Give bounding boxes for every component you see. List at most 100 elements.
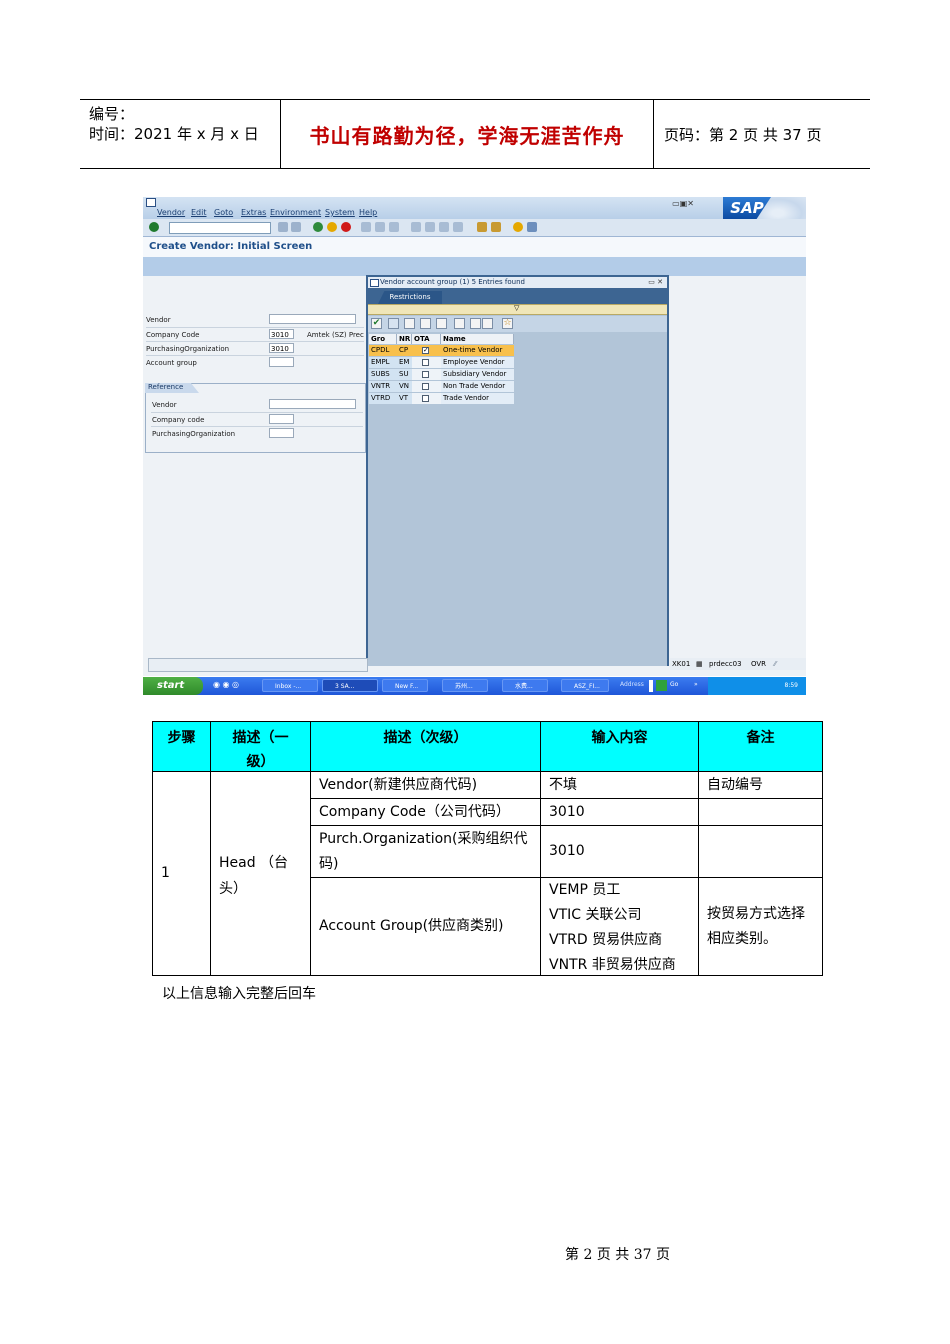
group-cell[interactable]: EMPL [369,357,397,368]
ota-checkbox[interactable] [422,359,429,366]
row-divider [146,341,364,342]
print-icon[interactable] [482,318,493,329]
ref-company-code-input[interactable] [269,414,294,424]
company-code-input[interactable]: 3010 [269,329,294,339]
task-button-inbox[interactable]: Inbox -... [262,679,318,692]
filter-icon[interactable] [454,318,465,329]
popup-close-icon[interactable]: ▭ ✕ [648,278,663,286]
shortcut-icon[interactable] [491,222,501,232]
cancel-x-icon[interactable] [388,318,399,329]
ota-checkbox[interactable] [422,371,429,378]
layout-icon[interactable] [527,222,537,232]
ota-cell[interactable] [412,357,441,368]
group-cell[interactable]: VTRD [369,393,397,404]
task-button-suzhou[interactable]: 苏州... [442,679,488,692]
cancel-icon[interactable] [341,222,351,232]
group-cell[interactable]: VNTR [369,381,397,392]
restrictions-collapse-bar[interactable]: ▽ [368,304,667,315]
task-button-sap[interactable]: 3 SA... [322,679,378,692]
toolbar-expand-icon[interactable]: » [694,681,698,688]
window-controls-icon[interactable]: ▭▣✕ [672,199,694,208]
screen-title: Create Vendor: Initial Screen [149,241,313,252]
sort-icon[interactable] [436,318,447,329]
group-cell[interactable]: SUBS [369,369,397,380]
nr-cell[interactable]: EM [397,357,412,368]
menu-vendor[interactable]: Vendor [157,208,185,217]
name-cell[interactable]: Trade Vendor [441,393,514,404]
nr-cell[interactable]: VT [397,393,412,404]
back-arrow-icon[interactable] [278,222,288,232]
nr-cell[interactable]: CP [397,345,412,356]
ota-cell[interactable] [412,393,441,404]
print-icon[interactable] [361,222,371,232]
collapse-arrow-icon[interactable]: ▽ [514,304,519,312]
task-button-new-folder[interactable]: New F... [382,679,428,692]
address-input[interactable] [649,680,653,692]
menu-edit[interactable]: Edit [191,208,207,217]
popup-window-icon[interactable] [370,279,379,287]
account-group-input[interactable] [269,357,294,367]
command-field[interactable] [169,222,271,234]
name-cell[interactable]: Non Trade Vendor [441,381,514,392]
exit-icon[interactable] [327,222,337,232]
column-header-ota[interactable]: OTA [412,334,441,344]
go-arrow-icon[interactable] [656,680,667,691]
help-icon[interactable] [513,222,523,232]
menu-help[interactable]: Help [359,208,377,217]
start-button[interactable]: start [143,677,203,695]
menu-goto[interactable]: Goto [214,208,233,217]
confirm-check-icon[interactable]: ✔ [371,318,382,329]
name-cell[interactable]: Employee Vendor [441,357,514,368]
ota-checkbox[interactable]: ✓ [422,347,429,354]
vendor-input[interactable] [269,314,356,324]
ota-cell[interactable] [412,381,441,392]
desc-company-code: Company Code（公司代码） [319,803,510,820]
ota-checkbox[interactable] [422,395,429,402]
task-button-asz-fi[interactable]: ASZ_FI... [561,679,609,692]
tray-clock[interactable]: 8:59 [785,682,798,689]
row-divider [146,327,364,328]
new-session-icon[interactable] [477,222,487,232]
tab-restrictions[interactable]: Restrictions [378,291,442,304]
find-next-icon[interactable] [420,318,431,329]
find-icon[interactable] [404,318,415,329]
enter-icon[interactable] [149,222,159,232]
ota-checkbox[interactable] [422,383,429,390]
nr-cell[interactable]: VN [397,381,412,392]
ota-cell[interactable] [412,369,441,380]
desc-vendor: Vendor(新建供应商代码) [319,776,478,793]
go-label[interactable]: Go [670,681,678,688]
menu-extras[interactable]: Extras [241,208,266,217]
ref-purch-org-input[interactable] [269,428,294,438]
header-input-text: 输入内容 [591,730,648,746]
ref-vendor-input[interactable] [269,399,356,409]
menu-environment[interactable]: Environment [270,208,321,217]
purch-org-input[interactable]: 3010 [269,343,294,353]
column-header-name[interactable]: Name [441,334,514,344]
find-next-icon[interactable] [389,222,399,232]
first-page-icon[interactable] [411,222,421,232]
export-icon[interactable] [470,318,481,329]
column-header-nr[interactable]: NR [397,334,412,344]
name-cell[interactable]: One-time Vendor [441,345,514,356]
previous-page-icon[interactable] [425,222,435,232]
task-button-water-fee[interactable]: 水费... [502,679,548,692]
nr-cell[interactable]: SU [397,369,412,380]
quick-launch-icon[interactable]: ◉ ◉ ◎ [213,680,239,689]
system-icon[interactable]: ▦ [696,658,703,670]
find-icon[interactable] [375,222,385,232]
save-icon[interactable] [291,222,301,232]
group-cell[interactable]: CPDL [369,345,397,356]
back-icon[interactable] [313,222,323,232]
star-favorite-icon[interactable]: ☆ [502,318,513,329]
desc-purch-org-cell: Purch.Organization(采购组织代码) [310,825,540,877]
menu-system[interactable]: System [325,208,355,217]
resize-grip-icon[interactable]: ⁄⁄ [774,658,776,670]
window-menu-icon[interactable] [146,198,156,207]
after-note: 以上信息输入完整后回车 [162,986,316,1002]
column-header-group[interactable]: Gro [369,334,397,344]
ota-cell[interactable]: ✓ [412,345,441,356]
name-cell[interactable]: Subsidiary Vendor [441,369,514,380]
last-page-icon[interactable] [453,222,463,232]
next-page-icon[interactable] [439,222,449,232]
